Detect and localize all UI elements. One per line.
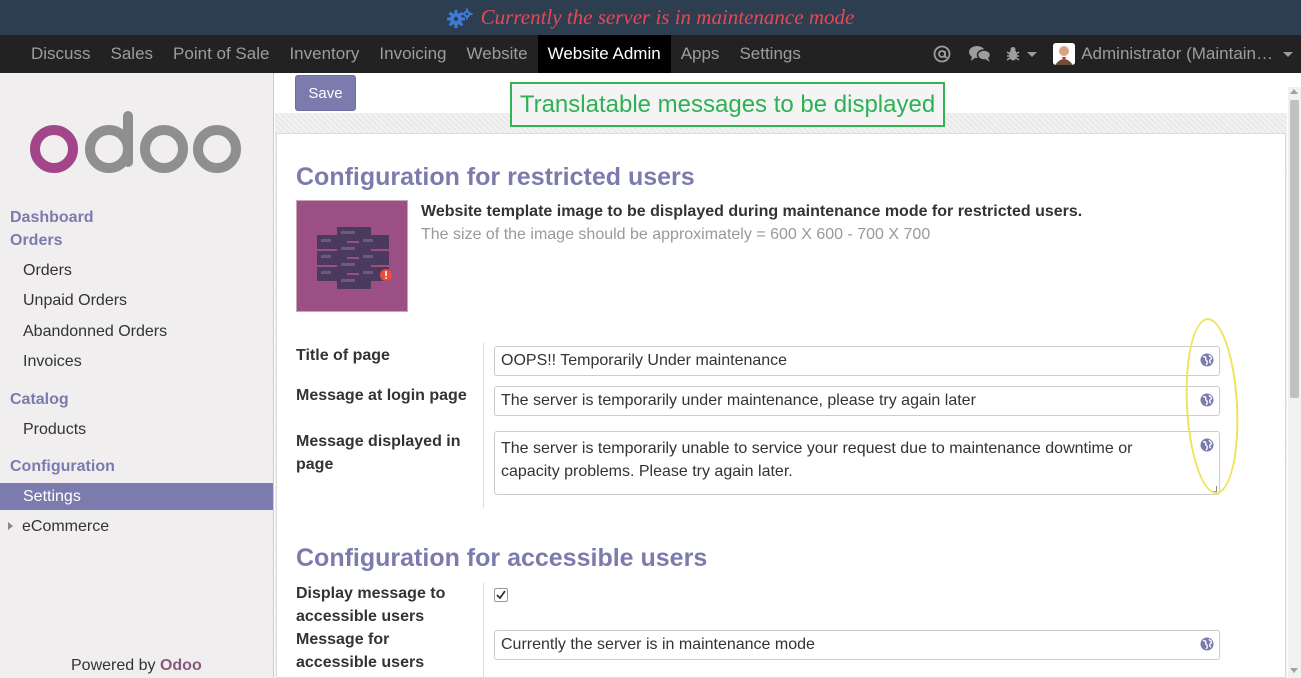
scroll-up-arrow-icon[interactable]	[1290, 89, 1298, 94]
sidebar-item-orders[interactable]: Orders	[0, 257, 273, 284]
app-menu: Discuss Sales Point of Sale Inventory In…	[0, 35, 811, 73]
annotation-callout: Translatable messages to be displayed	[510, 82, 945, 127]
gears-icon	[446, 8, 473, 28]
sidebar-item-unpaid-orders[interactable]: Unpaid Orders	[0, 287, 273, 314]
display-message-checkbox[interactable]	[494, 588, 508, 602]
label-divider	[483, 583, 484, 678]
field-value: The server is temporarily under maintena…	[501, 392, 976, 409]
field-value: OOPS!! Temporarily Under maintenance	[501, 352, 788, 369]
menu-discuss[interactable]: Discuss	[21, 35, 101, 73]
menu-invoicing[interactable]: Invoicing	[369, 35, 456, 73]
chat-icon[interactable]	[961, 35, 999, 73]
menu-website-admin[interactable]: Website Admin	[537, 35, 671, 73]
sidebar-item-label: eCommerce	[22, 517, 110, 535]
translate-globe-icon[interactable]	[1200, 393, 1214, 407]
label-divider	[483, 343, 484, 508]
menu-inventory[interactable]: Inventory	[279, 35, 369, 73]
save-button[interactable]: Save	[295, 75, 356, 111]
maintenance-template-image[interactable]	[296, 200, 408, 312]
label-message-displayed-page: Message displayed in page	[296, 433, 461, 473]
translate-globe-icon[interactable]	[1200, 637, 1214, 651]
menu-apps[interactable]: Apps	[671, 35, 730, 73]
resize-handle-icon[interactable]	[1211, 486, 1217, 492]
debug-bug-icon[interactable]	[999, 35, 1043, 73]
sidebar-section-catalog[interactable]: Catalog	[10, 391, 69, 409]
label-title-of-page: Title of page	[296, 347, 390, 364]
sidebar-item-products[interactable]: Products	[0, 416, 273, 443]
message-login-page-input[interactable]: The server is temporarily under maintena…	[494, 386, 1220, 416]
message-accessible-input[interactable]: Currently the server is in maintenance m…	[494, 630, 1220, 660]
sidebar-section-dashboard[interactable]: Dashboard	[10, 209, 94, 227]
sidebar-section-configuration[interactable]: Configuration	[10, 458, 115, 476]
sidebar-section-orders[interactable]: Orders	[10, 232, 62, 250]
chevron-down-icon	[1283, 51, 1293, 57]
sidebar: Dashboard Orders Orders Unpaid Orders Ab…	[0, 73, 274, 678]
label-message-accessible: Message for accessible users	[296, 631, 425, 671]
scrollbar-thumb[interactable]	[1290, 100, 1299, 398]
sidebar-item-abandonned-orders[interactable]: Abandonned Orders	[0, 318, 273, 345]
mention-icon[interactable]	[923, 35, 961, 73]
sidebar-item-ecommerce[interactable]: eCommerce	[0, 513, 273, 540]
label-display-message: Display message to accessible users	[296, 585, 446, 625]
translate-globe-icon[interactable]	[1200, 438, 1214, 452]
powered-by-brand-link[interactable]: Odoo	[160, 657, 202, 674]
user-name: Administrator (Maintain…	[1081, 44, 1273, 63]
menu-sales[interactable]: Sales	[101, 35, 164, 73]
image-description: Website template image to be displayed d…	[421, 203, 1083, 220]
expand-arrow-icon	[8, 522, 13, 530]
odoo-logo	[30, 111, 241, 173]
scroll-down-arrow-icon[interactable]	[1290, 668, 1298, 673]
image-size-hint: The size of the image should be approxim…	[421, 226, 931, 243]
navbar-systray: Administrator (Maintain…	[923, 35, 1301, 73]
user-menu[interactable]: Administrator (Maintain…	[1043, 35, 1301, 73]
menu-settings[interactable]: Settings	[729, 35, 810, 73]
sidebar-item-invoices[interactable]: Invoices	[0, 348, 273, 375]
translate-globe-icon[interactable]	[1200, 353, 1214, 367]
maintenance-banner: Currently the server is in maintenance m…	[0, 0, 1301, 35]
section-title-restricted: Configuration for restricted users	[296, 163, 695, 191]
section-title-accessible: Configuration for accessible users	[296, 544, 708, 572]
field-value: Currently the server is in maintenance m…	[501, 636, 815, 653]
menu-point-of-sale[interactable]: Point of Sale	[163, 35, 279, 73]
label-message-login-page: Message at login page	[296, 387, 467, 404]
powered-by: Powered by Odoo	[71, 657, 202, 674]
top-navbar: Discuss Sales Point of Sale Inventory In…	[0, 35, 1301, 73]
sidebar-item-settings[interactable]: Settings	[0, 483, 273, 510]
avatar	[1053, 43, 1076, 65]
message-displayed-page-textarea[interactable]: The server is temporarily unable to serv…	[494, 431, 1220, 495]
banner-text: Currently the server is in maintenance m…	[480, 5, 855, 29]
title-of-page-input[interactable]: OOPS!! Temporarily Under maintenance	[494, 346, 1220, 376]
menu-website[interactable]: Website	[457, 35, 538, 73]
checkmark-icon	[496, 590, 506, 600]
field-value: The server is temporarily unable to serv…	[501, 440, 1133, 480]
